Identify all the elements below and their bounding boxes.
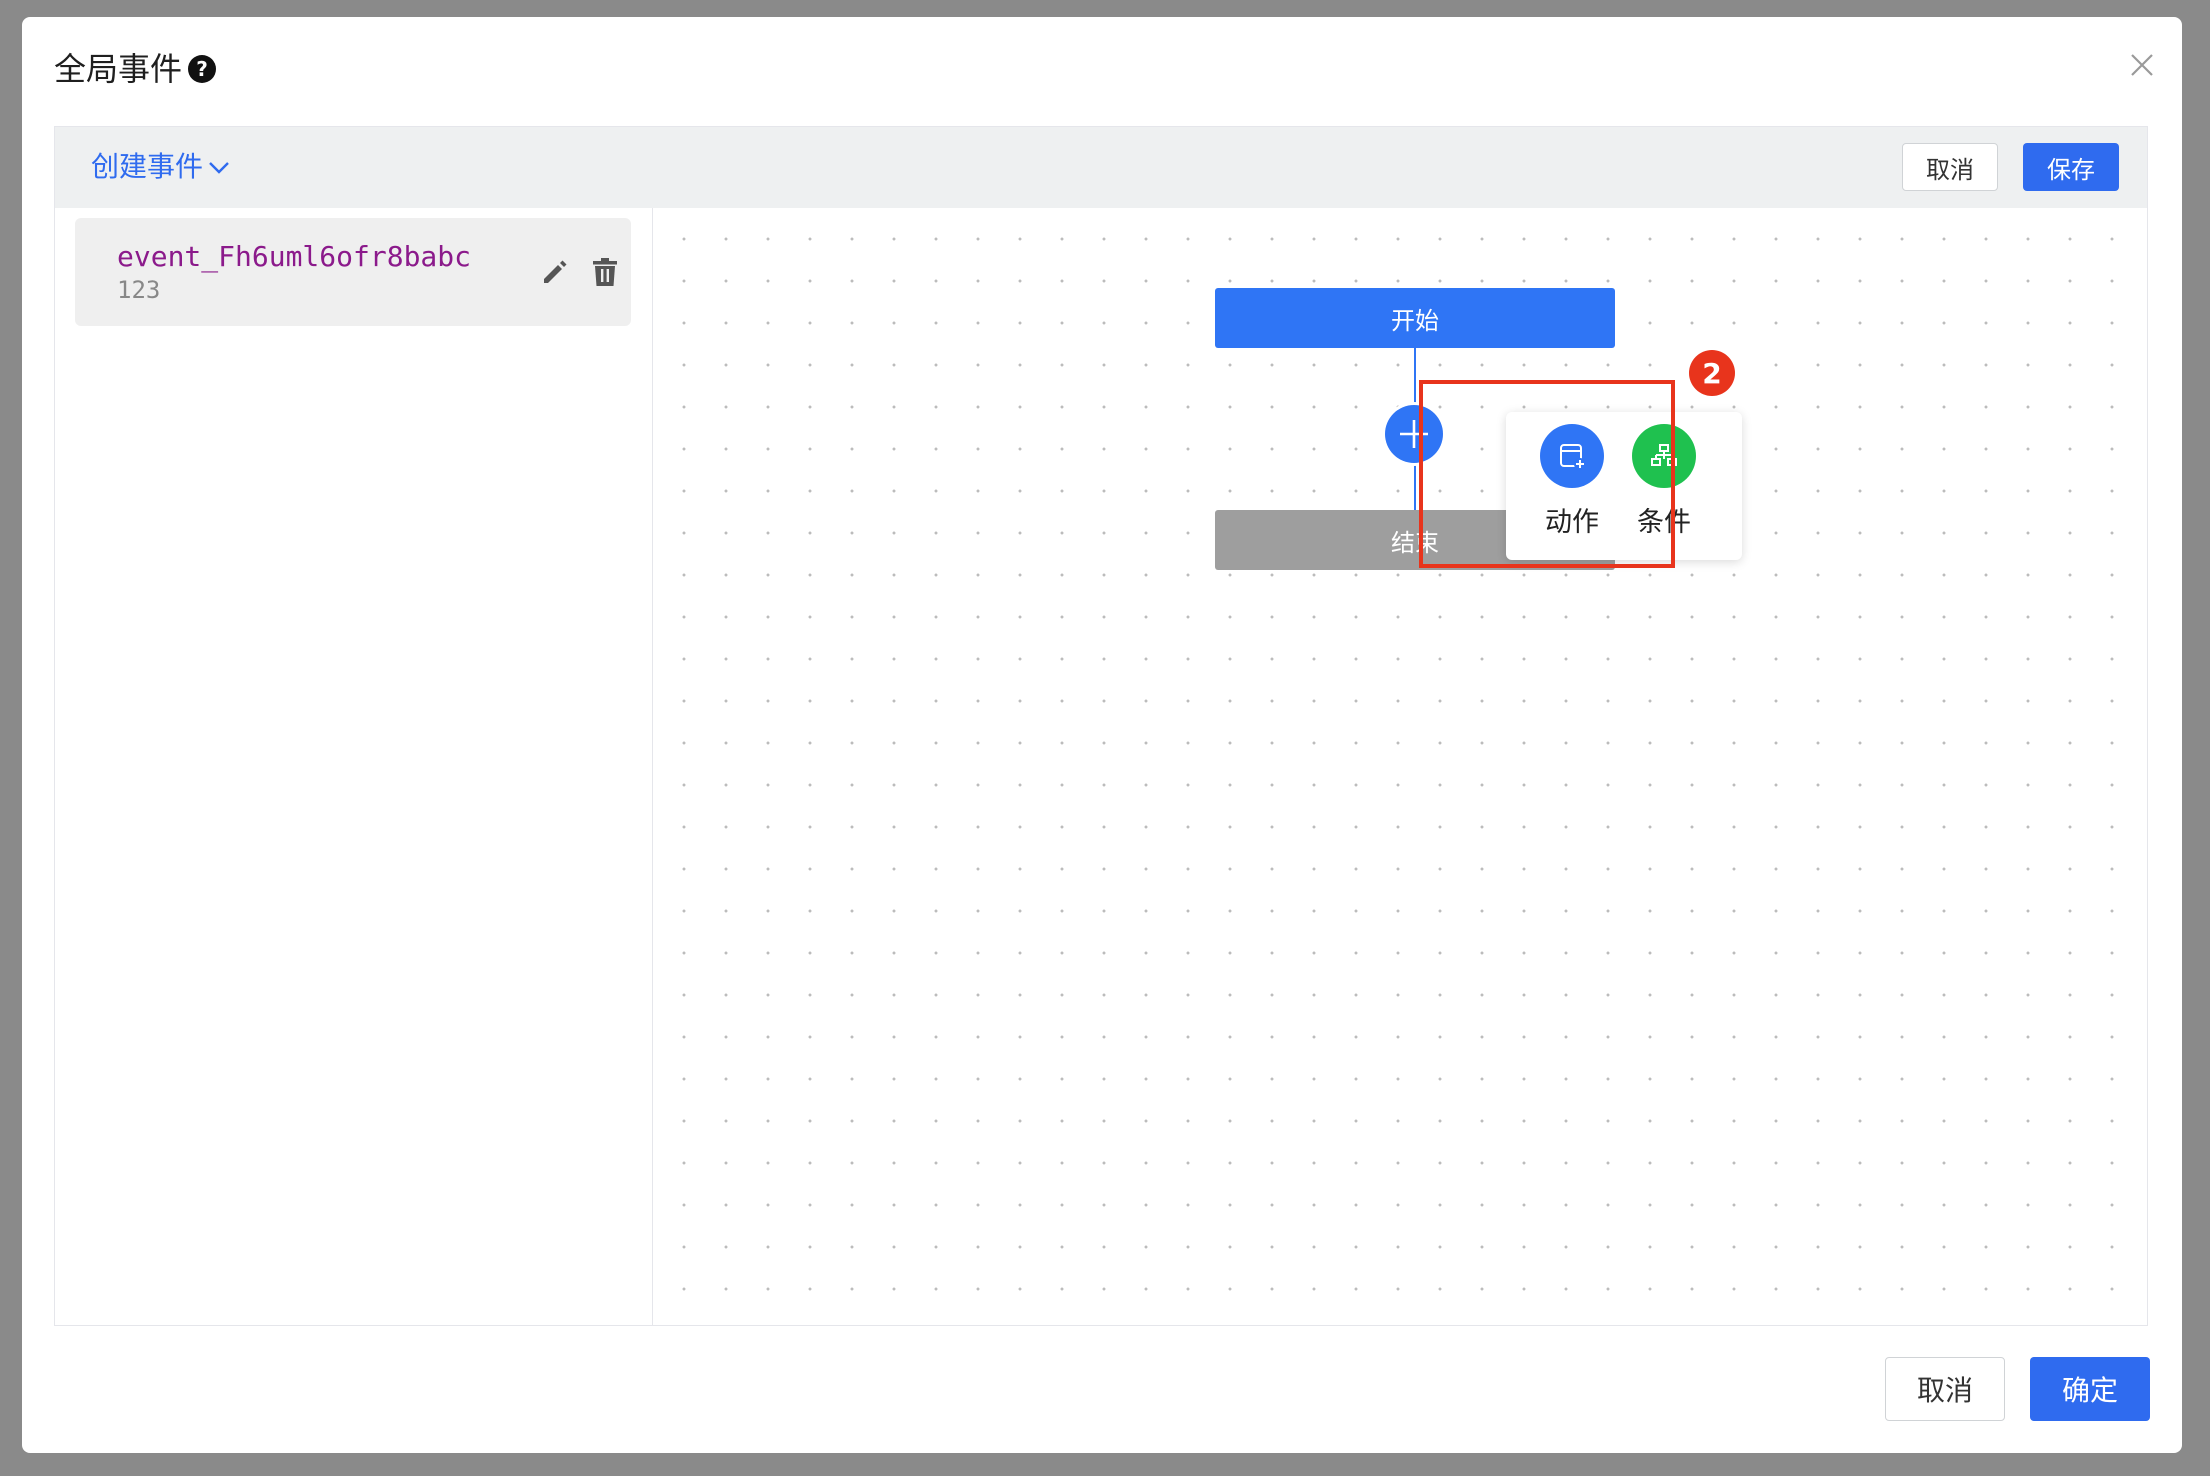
condition-branch-icon — [1651, 444, 1677, 466]
edit-icon — [544, 260, 567, 283]
annotation-step-badge: 2 — [1689, 350, 1735, 396]
close-icon — [2131, 54, 2153, 76]
chevron-down-icon — [209, 162, 229, 174]
event-list: event_Fh6uml6ofr8babc 123 — [55, 208, 653, 1325]
toolbar-save-button[interactable]: 保存 — [2023, 143, 2119, 191]
event-description: 123 — [117, 276, 161, 304]
start-node[interactable]: 开始 — [1215, 288, 1615, 348]
add-action-option[interactable]: 动作 — [1532, 424, 1612, 539]
action-label: 动作 — [1545, 507, 1599, 538]
footer-cancel-button[interactable]: 取消 — [1885, 1357, 2005, 1421]
event-list-item[interactable]: event_Fh6uml6ofr8babc 123 — [75, 218, 631, 326]
global-event-dialog: 全局事件 ? 创建事件 取消 保存 event_Fh6uml6ofr8babc … — [22, 17, 2182, 1453]
create-event-label: 创建事件 — [91, 150, 204, 183]
flow-canvas[interactable]: 开始 结束 动作 条件 — [653, 208, 2147, 1325]
close-button[interactable] — [2122, 45, 2162, 85]
toolbar-cancel-button[interactable]: 取消 — [1902, 143, 1998, 191]
add-node-button[interactable] — [1385, 405, 1443, 463]
delete-event-button[interactable] — [585, 252, 625, 292]
action-icon — [1560, 444, 1586, 470]
add-condition-option[interactable]: 条件 — [1624, 424, 1704, 539]
help-icon[interactable]: ? — [188, 55, 217, 83]
create-event-dropdown[interactable]: 创建事件 — [91, 147, 231, 187]
event-toolbar: 创建事件 取消 保存 — [55, 127, 2147, 208]
footer-confirm-button[interactable]: 确定 — [2030, 1357, 2150, 1421]
condition-icon-circle — [1632, 424, 1696, 488]
edit-event-button[interactable] — [535, 252, 575, 292]
add-node-popover: 动作 条件 — [1506, 412, 1742, 560]
event-name: event_Fh6uml6ofr8babc — [117, 240, 472, 273]
dialog-title: 全局事件 ? — [54, 49, 217, 89]
connector-line-bottom — [1414, 463, 1416, 510]
condition-label: 条件 — [1637, 507, 1691, 538]
connector-line-top — [1414, 348, 1416, 405]
dialog-title-text: 全局事件 — [54, 50, 183, 88]
trash-icon — [593, 258, 617, 286]
event-editor-panel: 创建事件 取消 保存 event_Fh6uml6ofr8babc 123 开始 … — [54, 126, 2148, 1326]
action-icon-circle — [1540, 424, 1604, 488]
plus-icon — [1400, 420, 1428, 448]
